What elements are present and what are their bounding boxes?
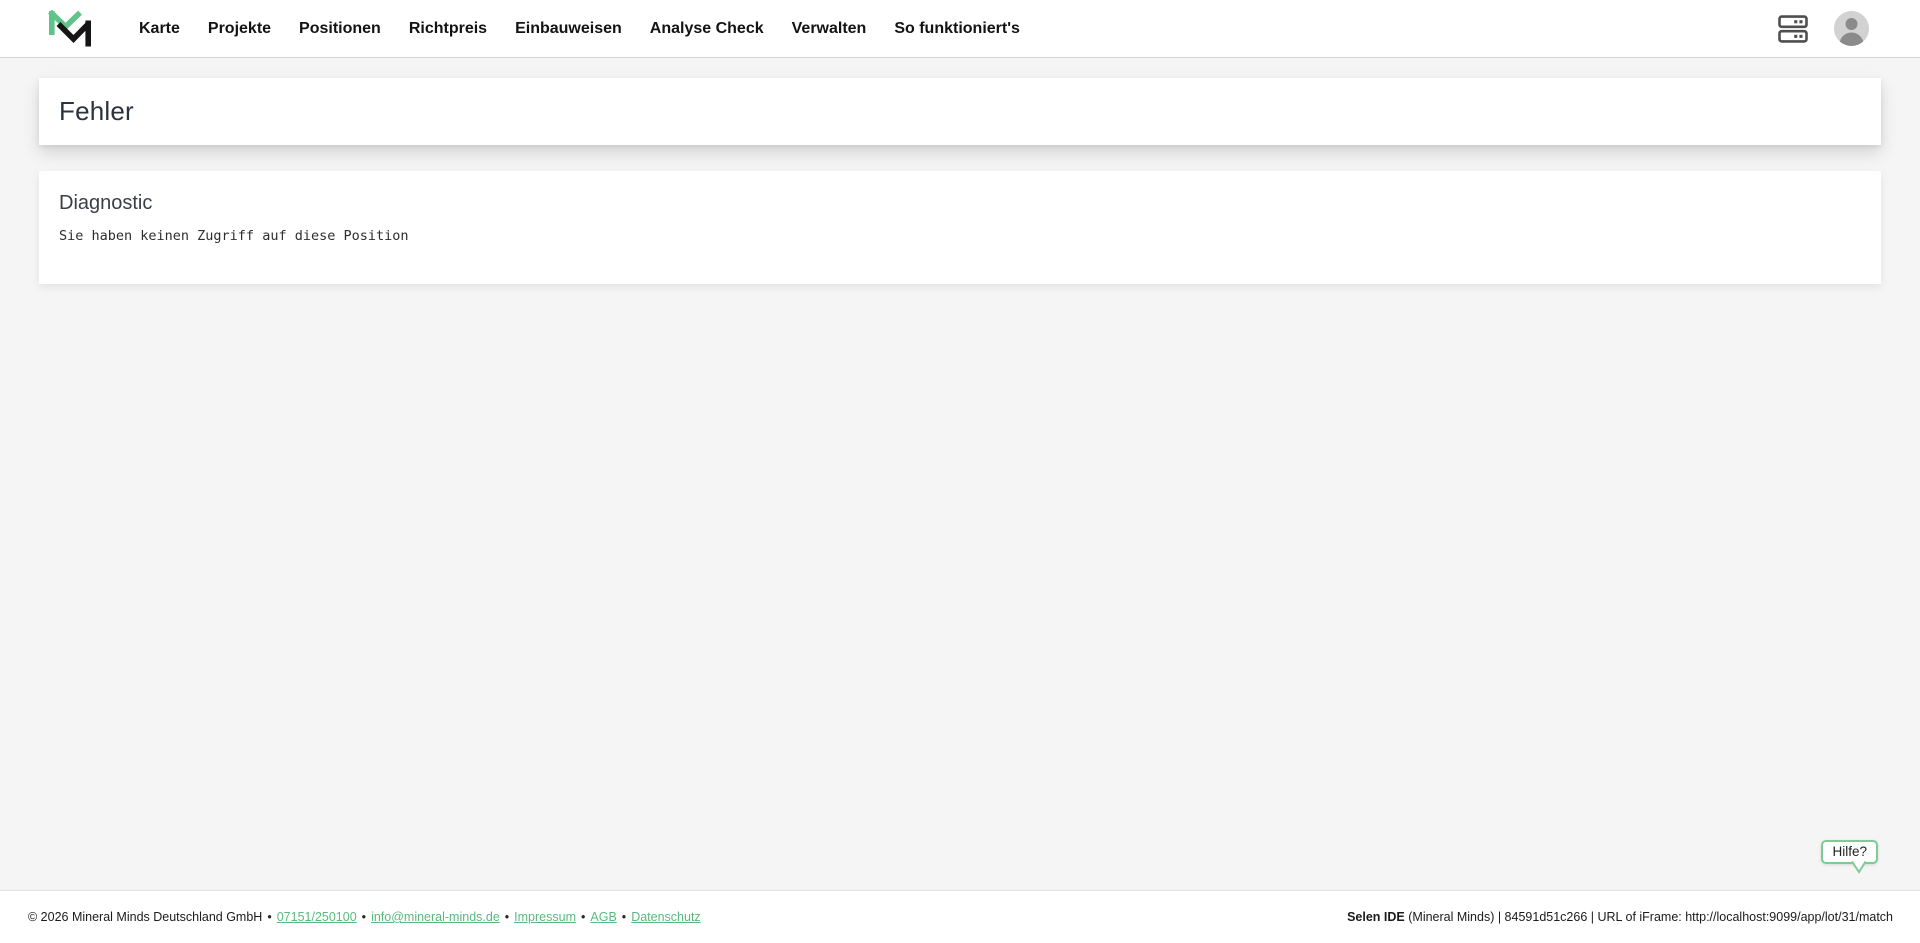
help-button-label: Hilfe? — [1832, 844, 1867, 859]
help-bubble-tail — [1851, 861, 1867, 874]
footer-separator: • — [621, 910, 627, 924]
nav-item-verwalten[interactable]: Verwalten — [792, 0, 867, 58]
nav-item-analyse-check[interactable]: Analyse Check — [650, 0, 764, 58]
diagnostic-card: Diagnostic Sie haben keinen Zugriff auf … — [39, 171, 1881, 284]
footer: © 2026 Mineral Minds Deutschland GmbH • … — [0, 890, 1920, 943]
nav-item-richtpreis[interactable]: Richtpreis — [409, 0, 487, 58]
nav-item-einbauweisen[interactable]: Einbauweisen — [515, 0, 622, 58]
nav-item-projekte[interactable]: Projekte — [208, 0, 271, 58]
server-rack-icon[interactable] — [1778, 14, 1808, 43]
nav-item-karte[interactable]: Karte — [139, 0, 180, 58]
footer-separator: • — [504, 910, 510, 924]
error-title-card: Fehler — [39, 78, 1881, 145]
help-button[interactable]: Hilfe? — [1821, 840, 1878, 874]
copyright-text: © 2026 Mineral Minds Deutschland GmbH — [28, 910, 263, 924]
app-logo[interactable] — [47, 8, 93, 49]
nav-item-positionen[interactable]: Positionen — [299, 0, 381, 58]
footer-legal: © 2026 Mineral Minds Deutschland GmbH • … — [28, 910, 701, 924]
page-title: Fehler — [59, 96, 134, 126]
footer-link-agb[interactable]: AGB — [590, 910, 616, 924]
mineral-minds-logo-icon — [47, 8, 93, 49]
user-avatar-icon[interactable] — [1834, 11, 1869, 46]
diagnostic-title: Diagnostic — [59, 192, 153, 214]
footer-link-phone[interactable]: 07151/250100 — [277, 910, 357, 924]
footer-link-datenschutz[interactable]: Datenschutz — [631, 910, 700, 924]
environment-details: (Mineral Minds) | 84591d51c266 | URL of … — [1404, 910, 1893, 924]
main-nav: Karte Projekte Positionen Richtpreis Ein… — [139, 0, 1020, 58]
header-actions — [1778, 11, 1869, 46]
footer-separator: • — [267, 910, 272, 924]
footer-link-email[interactable]: info@mineral-minds.de — [371, 910, 500, 924]
footer-link-impressum[interactable]: Impressum — [514, 910, 576, 924]
diagnostic-message: Sie haben keinen Zugriff auf diese Posit… — [59, 228, 409, 244]
top-nav-bar: Karte Projekte Positionen Richtpreis Ein… — [0, 0, 1920, 58]
footer-separator: • — [581, 910, 586, 924]
environment-info: Selen IDE (Mineral Minds) | 84591d51c266… — [1347, 910, 1893, 924]
error-page-content: Fehler Diagnostic Sie haben keinen Zugri… — [0, 58, 1920, 890]
nav-item-so-funktionierts[interactable]: So funktioniert's — [894, 0, 1020, 58]
footer-separator: • — [361, 910, 367, 924]
environment-name: Selen IDE — [1347, 910, 1405, 924]
